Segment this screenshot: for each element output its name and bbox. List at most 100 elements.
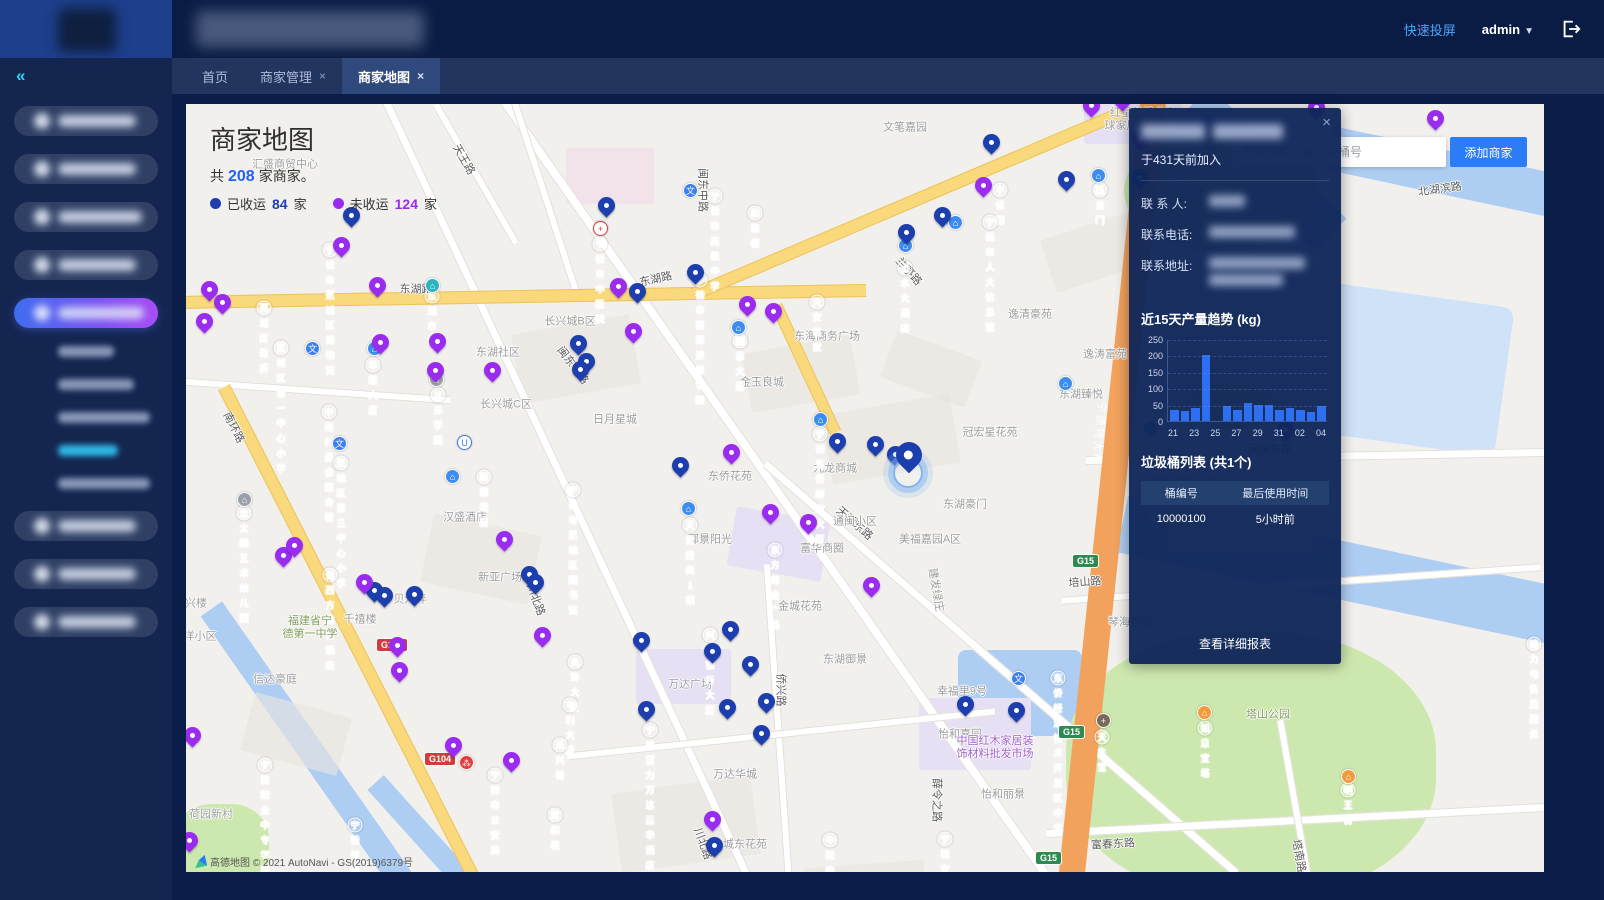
merchant-pin-uncollected[interactable] [186,723,205,747]
merchant-name-redacted [1141,124,1329,139]
sidebar-subitem-redacted[interactable] [58,445,172,458]
merchant-pin-collected[interactable] [1054,167,1078,191]
chart-bar [1191,408,1200,421]
tab-商家地图[interactable]: 商家地图× [342,58,440,94]
legend-item: 未收运 124 家 [333,194,437,213]
merchant-total: 共208家商家。 [210,166,315,186]
map-label: 东湖御景 [823,654,867,667]
gridline [1168,406,1327,407]
production-trend-chart: 2123252729310204 050100150200250 [1141,336,1329,438]
bin-list-title: 垃圾桶列表 (共1个) [1141,452,1329,471]
sidebar-item-icon [34,614,50,630]
sidebar-item-redacted[interactable] [14,511,158,541]
map-label: 郦景阳光 [688,534,732,547]
metro-icon: U [457,435,472,450]
map-road [763,564,793,872]
school-icon: 文 [683,183,698,198]
merchant-pin-uncollected[interactable] [387,658,411,682]
chart-bar [1265,405,1274,421]
merchant-pin-uncollected[interactable] [480,358,504,382]
redacted-text [1141,124,1205,139]
y-tick-label: 100 [1141,384,1163,394]
close-tab-icon[interactable]: × [417,69,424,83]
chevron-down-icon: ▼ [1524,26,1534,37]
map-label: 宁德安然燃 气有限公司 [938,832,953,847]
quick-cast-link[interactable]: 快速投屏 [1404,20,1456,39]
kinder-icon: ⌂ [237,492,252,507]
close-tab-icon[interactable]: × [319,69,326,83]
field-value-redacted [1209,195,1245,212]
merchant-pin-collected[interactable] [979,130,1003,154]
x-tick-label: 29 [1253,428,1263,438]
sidebar-subitem-redacted[interactable] [58,346,172,359]
sidebar-subitem-redacted[interactable] [58,379,172,392]
merchant-pin-collected[interactable] [738,652,762,676]
x-tick-label: 04 [1316,428,1326,438]
map-road-secondary [186,284,866,309]
sidebar-item-label-redacted [58,163,136,175]
merchant-pin-uncollected[interactable] [499,748,523,772]
legend-count: 84 [272,196,288,212]
legend-unit: 家 [424,194,437,213]
table-row[interactable]: 100001005小时前 [1141,505,1329,533]
map-label: 金城花苑 [778,601,822,614]
map-label: 丰利大厦 [563,698,578,713]
merchant-pin-collected[interactable] [683,260,707,284]
sidebar-item-label-redacted [58,307,144,319]
tab-商家管理[interactable]: 商家管理× [244,58,342,94]
view-detail-report-link[interactable]: 查看详细报表 [1129,635,1341,652]
sidebar-subitem-redacted[interactable] [58,478,172,491]
merchant-pin-uncollected[interactable] [425,329,449,353]
sidebar-item-redacted[interactable] [14,106,158,136]
gridline [1168,340,1327,341]
map-label: 跃龙门 [1093,183,1108,198]
map-label: 美福嘉园A区 [899,534,961,547]
sidebar-item-redacted[interactable] [14,250,158,280]
market-icon: ⌂ [425,278,440,293]
merchant-pin-collected[interactable] [718,617,742,641]
merchant-pin-uncollected[interactable] [1423,106,1447,130]
tab-首页[interactable]: 首页 [186,58,244,94]
merchant-pin-collected[interactable] [402,582,426,606]
sidebar-collapse-icon[interactable]: « [16,66,23,86]
map-label: 丰佳园 [993,183,1008,198]
map-label: 馨和楼 [548,808,563,823]
legend-count: 124 [395,196,418,212]
map-label: 金太阳艺术幼儿园 [237,506,252,521]
merchant-pin-collected[interactable] [749,721,773,745]
map-building [511,314,641,404]
x-tick-label: 27 [1231,428,1241,438]
school-icon: 文 [305,341,320,356]
chart-bar [1223,406,1232,421]
chart-title: 近15天产量趋势 (kg) [1141,309,1329,328]
sidebar-subitem-redacted[interactable] [58,412,172,425]
legend-label: 未收运 [350,194,389,213]
sidebar-item-label-redacted [58,211,142,223]
logout-icon[interactable] [1560,18,1582,40]
map-label: 先锋大厦 [568,655,583,670]
sidebar-item-redacted[interactable] [14,559,158,589]
sidebar-item-redacted[interactable] [14,607,158,637]
sidebar-item-redacted[interactable] [14,298,158,328]
map-building [240,692,352,776]
merchant-pin-uncollected[interactable] [192,309,216,333]
x-tick-label [1307,428,1314,438]
add-merchant-button[interactable]: 添加商家 [1450,137,1527,167]
map-label: 薛令之路 [930,778,943,822]
sidebar-item-redacted[interactable] [14,202,158,232]
legend-item: 已收运84家 [210,194,307,213]
user-menu[interactable]: admin▼ [1482,22,1534,37]
sidebar-item-redacted[interactable] [14,154,158,184]
contact-field: 联 系 人: [1141,195,1329,212]
cluster-icon: ⁂ [459,755,474,770]
merchant-pin-uncollected[interactable] [859,573,883,597]
map-label: 天安经典1期 [683,518,698,533]
map-building [804,860,928,872]
close-icon[interactable]: × [1322,114,1331,131]
merchant-pin-uncollected[interactable] [329,233,353,257]
chart-bar [1275,410,1284,421]
map-label: 兴楼 [186,598,207,611]
merchant-pin-collected[interactable] [668,453,692,477]
y-tick-label: 50 [1141,401,1163,411]
merchant-pin-uncollected[interactable] [530,623,554,647]
